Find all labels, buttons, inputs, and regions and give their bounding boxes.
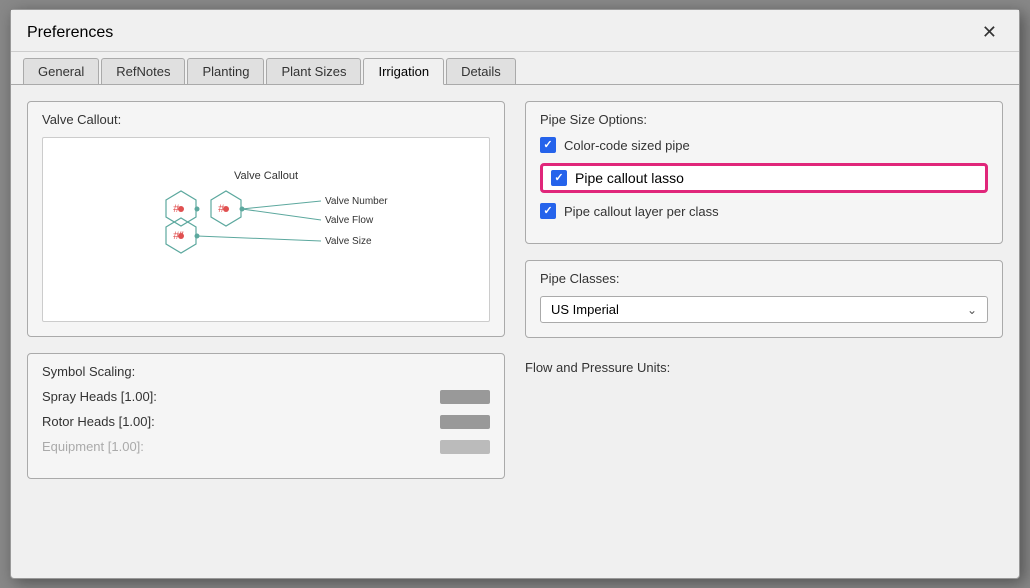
- tab-plant-sizes[interactable]: Plant Sizes: [266, 58, 361, 84]
- pipe-callout-lasso-checkbox[interactable]: [551, 170, 567, 186]
- pipe-callout-lasso-label: Pipe callout lasso: [575, 170, 684, 186]
- pipe-classes-label: Pipe Classes:: [540, 271, 988, 286]
- svg-text:#: #: [173, 203, 180, 215]
- left-column: Valve Callout: Valve Callout #: [27, 101, 505, 562]
- spray-heads-bar[interactable]: [440, 390, 490, 404]
- pipe-callout-layer-row[interactable]: Pipe callout layer per class: [540, 203, 988, 219]
- color-code-pipe-label: Color-code sized pipe: [564, 138, 690, 153]
- pipe-classes-dropdown[interactable]: US Imperial ⌄: [540, 296, 988, 323]
- flow-pressure-label: Flow and Pressure Units:: [525, 360, 1003, 375]
- equipment-label: Equipment [1.00]:: [42, 439, 430, 454]
- svg-text:Valve Callout: Valve Callout: [234, 170, 298, 182]
- dialog-title: Preferences: [27, 24, 113, 42]
- tab-details[interactable]: Details: [446, 58, 516, 84]
- flow-pressure-section: Flow and Pressure Units:: [525, 354, 1003, 375]
- pipe-classes-selected: US Imperial: [551, 302, 619, 317]
- tab-refnotes[interactable]: RefNotes: [101, 58, 185, 84]
- spray-heads-label: Spray Heads [1.00]:: [42, 389, 430, 404]
- equipment-row: Equipment [1.00]:: [42, 439, 490, 454]
- close-button[interactable]: ✕: [976, 20, 1003, 45]
- title-bar: Preferences ✕: [11, 10, 1019, 52]
- spray-heads-row: Spray Heads [1.00]:: [42, 389, 490, 404]
- pipe-size-options-section: Pipe Size Options: Color-code sized pipe…: [525, 101, 1003, 244]
- symbol-scaling-label: Symbol Scaling:: [42, 364, 490, 379]
- svg-text:#": #": [173, 230, 184, 242]
- equipment-bar: [440, 440, 490, 454]
- tab-general[interactable]: General: [23, 58, 99, 84]
- tab-planting[interactable]: Planting: [187, 58, 264, 84]
- pipe-callout-layer-label: Pipe callout layer per class: [564, 204, 719, 219]
- right-column: Pipe Size Options: Color-code sized pipe…: [525, 101, 1003, 562]
- color-code-pipe-checkbox[interactable]: [540, 137, 556, 153]
- chevron-down-icon: ⌄: [967, 303, 977, 317]
- symbol-scaling-section: Symbol Scaling: Spray Heads [1.00]: Roto…: [27, 353, 505, 479]
- svg-text:Valve Flow: Valve Flow: [325, 215, 374, 226]
- tab-irrigation[interactable]: Irrigation: [363, 58, 444, 85]
- pipe-size-options-label: Pipe Size Options:: [540, 112, 988, 127]
- valve-callout-section: Valve Callout: Valve Callout #: [27, 101, 505, 337]
- svg-text:Valve Number: Valve Number: [325, 196, 388, 207]
- svg-text:#: #: [218, 203, 225, 215]
- color-code-pipe-row[interactable]: Color-code sized pipe: [540, 137, 988, 153]
- pipe-callout-layer-checkbox[interactable]: [540, 203, 556, 219]
- valve-callout-label: Valve Callout:: [42, 112, 490, 127]
- svg-text:Valve Size: Valve Size: [325, 236, 372, 247]
- rotor-heads-bar[interactable]: [440, 415, 490, 429]
- pipe-callout-lasso-row[interactable]: Pipe callout lasso: [540, 163, 988, 193]
- pipe-classes-section: Pipe Classes: US Imperial ⌄: [525, 260, 1003, 338]
- valve-callout-preview: Valve Callout # #: [42, 137, 490, 322]
- valve-diagram: Valve Callout # #: [121, 165, 411, 295]
- preferences-dialog: Preferences ✕ General RefNotes Planting …: [10, 9, 1020, 579]
- rotor-heads-row: Rotor Heads [1.00]:: [42, 414, 490, 429]
- content-area: Valve Callout: Valve Callout #: [11, 85, 1019, 578]
- rotor-heads-label: Rotor Heads [1.00]:: [42, 414, 430, 429]
- tabs-bar: General RefNotes Planting Plant Sizes Ir…: [11, 52, 1019, 85]
